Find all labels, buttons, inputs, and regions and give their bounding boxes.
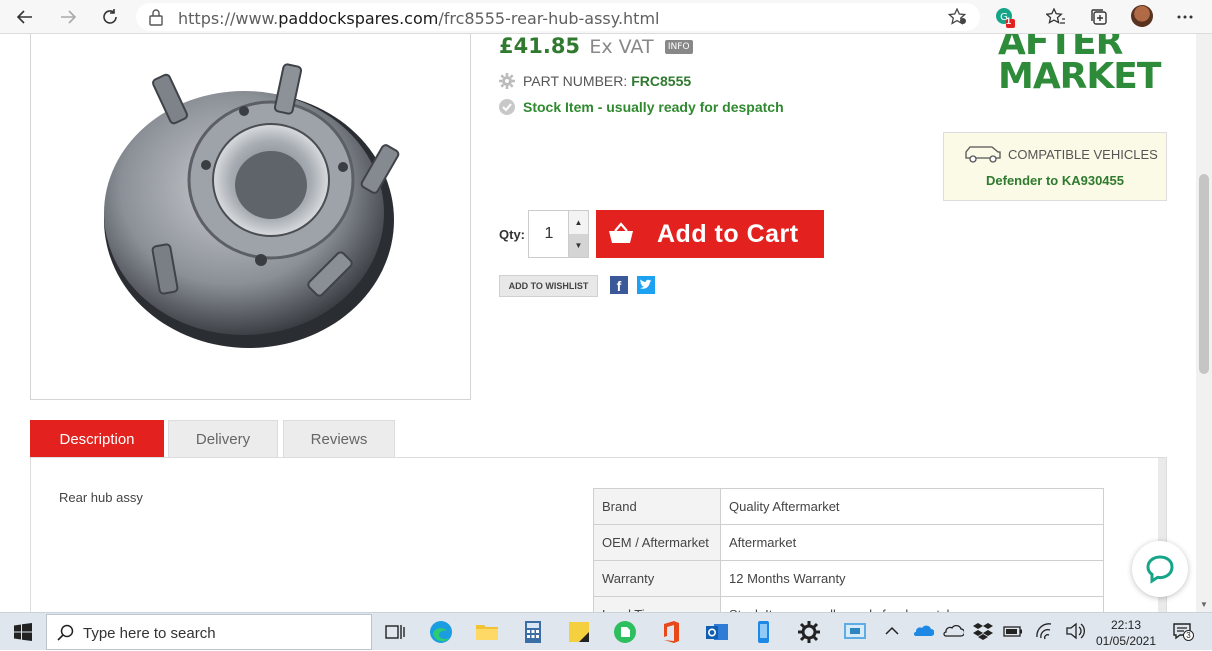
price-suffix: Ex VAT — [589, 36, 654, 58]
forward-icon[interactable] — [55, 5, 81, 29]
chat-bubble-icon — [1146, 555, 1174, 584]
more-menu-icon[interactable] — [1172, 5, 1198, 29]
volume-icon[interactable] — [1064, 621, 1086, 641]
part-number-row: PART NUMBER: FRC8555 — [499, 73, 691, 89]
add-to-cart-label: Add to Cart — [657, 220, 799, 248]
gear-icon — [499, 73, 515, 89]
description-panel: Rear hub assy Brand Quality Aftermarket O… — [30, 457, 1167, 612]
qty-label: Qty: — [499, 227, 525, 242]
basket-icon — [609, 222, 633, 243]
compatible-vehicles-box: COMPATIBLE VEHICLES Defender to KA930455 — [943, 132, 1167, 201]
url-text: https://www.paddockspares.com/frc8555-re… — [178, 9, 660, 28]
scroll-down-icon[interactable]: ▼ — [1199, 600, 1209, 610]
profile-avatar[interactable] — [1131, 5, 1153, 27]
notification-center-icon[interactable]: 3 — [1172, 621, 1194, 641]
product-price: £41.85 Ex VAT INFO — [499, 34, 693, 58]
table-row: Warranty 12 Months Warranty — [593, 560, 1104, 597]
collections-icon[interactable] — [1086, 5, 1112, 29]
taskbar-clock[interactable]: 22:13 01/05/2021 — [1094, 617, 1158, 649]
product-image — [30, 34, 471, 400]
compatible-vehicle-link[interactable]: Defender to KA930455 — [944, 173, 1166, 188]
browser-toolbar: https://www.paddockspares.com/frc8555-re… — [0, 0, 1212, 34]
qty-input[interactable] — [529, 211, 569, 257]
sticky-notes-icon[interactable] — [566, 619, 592, 645]
address-bar[interactable]: https://www.paddockspares.com/frc8555-re… — [136, 3, 980, 31]
aftermarket-logo: AFTER MARKET — [998, 34, 1161, 95]
page-scrollbar[interactable]: ▼ — [1196, 34, 1212, 612]
scrollbar-thumb[interactable] — [1199, 174, 1209, 374]
windows-start-icon[interactable] — [0, 613, 46, 651]
table-row: OEM / Aftermarket Aftermarket — [593, 524, 1104, 561]
favorites-icon[interactable] — [1043, 5, 1069, 29]
tab-reviews[interactable]: Reviews — [283, 420, 395, 458]
clock-time: 22:13 — [1110, 618, 1142, 632]
logo-line-2: MARKET — [998, 56, 1161, 97]
dropbox-icon[interactable] — [972, 621, 994, 641]
lock-icon — [149, 9, 163, 26]
wifi-icon[interactable] — [1034, 621, 1056, 641]
tab-delivery[interactable]: Delivery — [168, 420, 278, 458]
add-to-cart-button[interactable]: Add to Cart — [596, 210, 824, 258]
spec-key: OEM / Aftermarket — [593, 524, 721, 561]
edge-browser-icon[interactable] — [428, 619, 454, 645]
spec-key: Warranty — [593, 560, 721, 597]
taskbar: 22:13 01/05/2021 3 — [0, 612, 1212, 650]
extension-badge: 1 — [1006, 16, 1012, 26]
taskbar-search-input[interactable] — [83, 621, 363, 645]
onedrive-personal-icon[interactable] — [942, 621, 964, 641]
quantity-stepper: ▲ ▼ — [528, 210, 589, 258]
hub-illustration — [104, 63, 400, 348]
extension-icon[interactable]: G — [992, 5, 1018, 29]
outlook-icon[interactable] — [704, 619, 730, 645]
spec-value: Quality Aftermarket — [720, 488, 1104, 525]
table-row: Lead TimeStock Item - usually ready for … — [593, 596, 1104, 612]
tray-chevron-up-icon[interactable] — [882, 621, 902, 641]
spec-table: Brand Quality Aftermarket OEM / Aftermark… — [593, 488, 1104, 612]
battery-icon[interactable] — [1002, 621, 1024, 641]
qty-stepper-buttons: ▲ ▼ — [568, 211, 588, 257]
part-number-label: PART NUMBER: — [523, 73, 628, 89]
calculator-icon[interactable] — [520, 619, 546, 645]
vat-info-badge[interactable]: INFO — [664, 40, 693, 54]
spec-key: Lead Time — [593, 596, 721, 612]
check-circle-icon — [499, 99, 515, 115]
file-explorer-icon[interactable] — [474, 619, 500, 645]
remote-desktop-icon[interactable] — [842, 619, 868, 645]
tab-description[interactable]: Description — [30, 420, 164, 458]
phone-link-icon[interactable] — [750, 619, 776, 645]
twitter-icon[interactable] — [637, 276, 655, 294]
description-text: Rear hub assy — [59, 490, 143, 505]
part-number-value: FRC8555 — [631, 73, 692, 89]
notification-count: 3 — [1183, 630, 1194, 641]
qty-decrease-button[interactable]: ▼ — [569, 234, 588, 257]
search-icon — [57, 624, 74, 641]
back-icon[interactable] — [12, 5, 38, 29]
compatible-vehicles-title: COMPATIBLE VEHICLES — [1008, 146, 1158, 162]
taskbar-search[interactable] — [46, 614, 372, 650]
refresh-icon[interactable] — [97, 5, 123, 29]
clock-date: 01/05/2021 — [1095, 634, 1157, 648]
office-icon[interactable] — [658, 619, 684, 645]
spec-value: Aftermarket — [720, 524, 1104, 561]
spec-key: Brand — [593, 488, 721, 525]
live-chat-button[interactable] — [1132, 541, 1188, 597]
onedrive-icon[interactable] — [912, 621, 934, 641]
page-content: £41.85 Ex VAT INFO PART NUMBER: FRC8555 … — [0, 34, 1196, 612]
add-to-wishlist-button[interactable]: ADD TO WISHLIST — [499, 275, 598, 297]
table-row: Brand Quality Aftermarket — [593, 488, 1104, 525]
spec-value: Stock Item - usually ready for despatch — [720, 596, 1104, 612]
stock-status-row: Stock Item - usually ready for despatch — [499, 99, 784, 115]
price-amount: £41.85 — [499, 34, 581, 58]
evernote-icon[interactable] — [612, 619, 638, 645]
add-favorite-icon[interactable] — [948, 8, 968, 26]
car-icon — [965, 146, 1001, 163]
settings-gear-icon[interactable] — [796, 619, 822, 645]
compatible-vehicles-header: COMPATIBLE VEHICLES — [964, 145, 1158, 163]
task-view-icon[interactable] — [382, 619, 408, 645]
stock-status-text: Stock Item - usually ready for despatch — [523, 99, 784, 115]
qty-increase-button[interactable]: ▲ — [569, 211, 588, 234]
facebook-icon[interactable]: f — [610, 276, 628, 294]
spec-value: 12 Months Warranty — [720, 560, 1104, 597]
